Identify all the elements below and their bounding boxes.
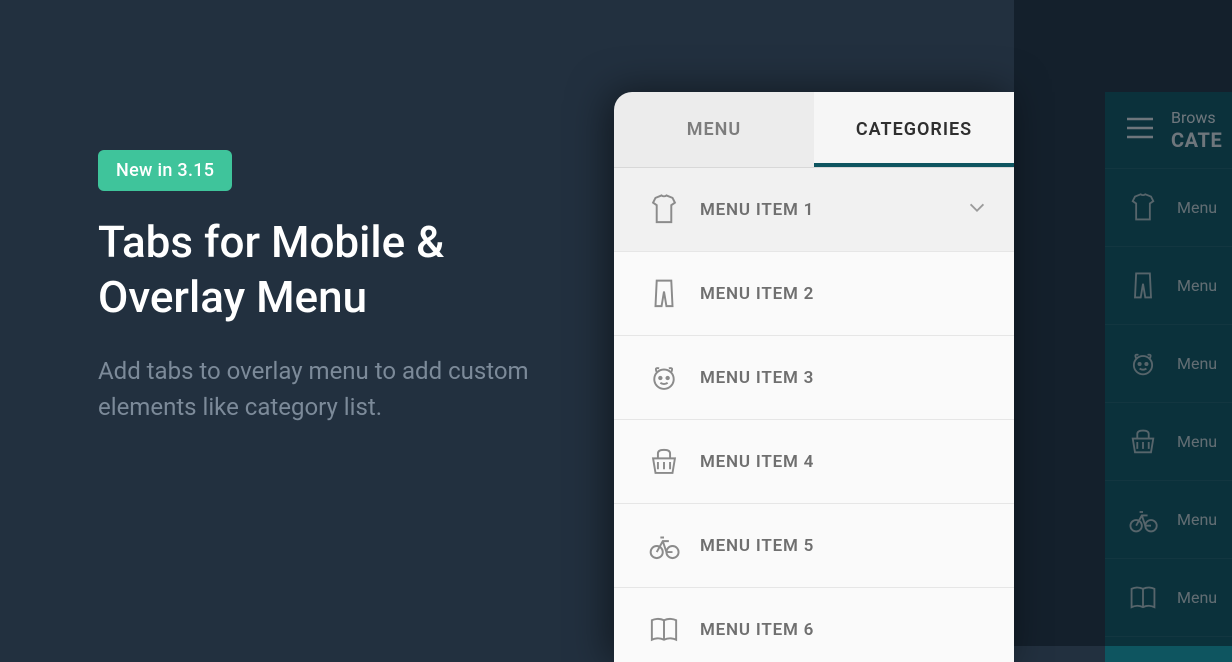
chevron-down-icon <box>966 197 988 223</box>
bg-menu-item[interactable]: Menu <box>1105 480 1232 558</box>
overlay-menu-panel: MENU CATEGORIES MENU ITEM 1 MENU ITEM 2 ME… <box>614 92 1014 662</box>
menu-item[interactable]: MENU ITEM 2 <box>614 252 1014 336</box>
basket-icon <box>1127 426 1159 458</box>
menu-item-label: MENU ITEM 6 <box>700 620 814 640</box>
bg-menu-item-label: Menu <box>1177 354 1217 373</box>
menu-item[interactable]: MENU ITEM 6 <box>614 588 1014 662</box>
menu-item-label: MENU ITEM 4 <box>700 452 814 472</box>
hamburger-icon[interactable] <box>1125 116 1155 144</box>
menu-item[interactable]: MENU ITEM 3 <box>614 336 1014 420</box>
promo-title: Tabs for Mobile & Overlay Menu <box>98 215 538 325</box>
shirt-icon <box>644 190 684 230</box>
menu-item-label: MENU ITEM 1 <box>700 200 814 220</box>
bike-icon <box>644 526 684 566</box>
bg-menu-item[interactable]: Menu <box>1105 636 1232 662</box>
bg-menu-item[interactable]: Menu <box>1105 324 1232 402</box>
menu-item[interactable]: MENU ITEM 4 <box>614 420 1014 504</box>
menu-item[interactable]: MENU ITEM 5 <box>614 504 1014 588</box>
bg-menu-item-label: Menu <box>1177 198 1217 217</box>
bg-menu-item[interactable]: Menu <box>1105 402 1232 480</box>
pants-icon <box>644 274 684 314</box>
tab-menu[interactable]: MENU <box>614 92 814 167</box>
background-categories-panel: Brows CATE Menu Menu Menu Menu Menu Menu Menu <box>1105 92 1232 662</box>
book-icon <box>644 610 684 650</box>
shirt-icon <box>1127 192 1159 224</box>
pants-icon <box>1127 270 1159 302</box>
bg-menu-item-label: Menu <box>1177 588 1217 607</box>
kid-icon <box>1127 348 1159 380</box>
bg-menu-item-label: Menu <box>1177 276 1217 295</box>
menu-item-label: MENU ITEM 2 <box>700 284 814 304</box>
menu-item-label: MENU ITEM 3 <box>700 368 814 388</box>
bg-menu-item-label: Menu <box>1177 432 1217 451</box>
kid-icon <box>644 358 684 398</box>
tab-categories[interactable]: CATEGORIES <box>814 92 1014 167</box>
menu-item[interactable]: MENU ITEM 1 <box>614 168 1014 252</box>
overlay-tabs: MENU CATEGORIES <box>614 92 1014 168</box>
version-badge: New in 3.15 <box>98 150 232 191</box>
bg-menu-item[interactable]: Menu <box>1105 246 1232 324</box>
menu-item-label: MENU ITEM 5 <box>700 536 814 556</box>
promo-subtitle: Add tabs to overlay menu to add custom e… <box>98 353 538 425</box>
basket-icon <box>644 442 684 482</box>
bg-menu-item[interactable]: Menu <box>1105 168 1232 246</box>
bike-icon <box>1127 504 1159 536</box>
book-icon <box>1127 582 1159 614</box>
bg-menu-item[interactable]: Menu <box>1105 558 1232 636</box>
bg-menu-item-label: Menu <box>1177 510 1217 529</box>
browse-categories-heading: Brows CATE <box>1171 108 1222 151</box>
